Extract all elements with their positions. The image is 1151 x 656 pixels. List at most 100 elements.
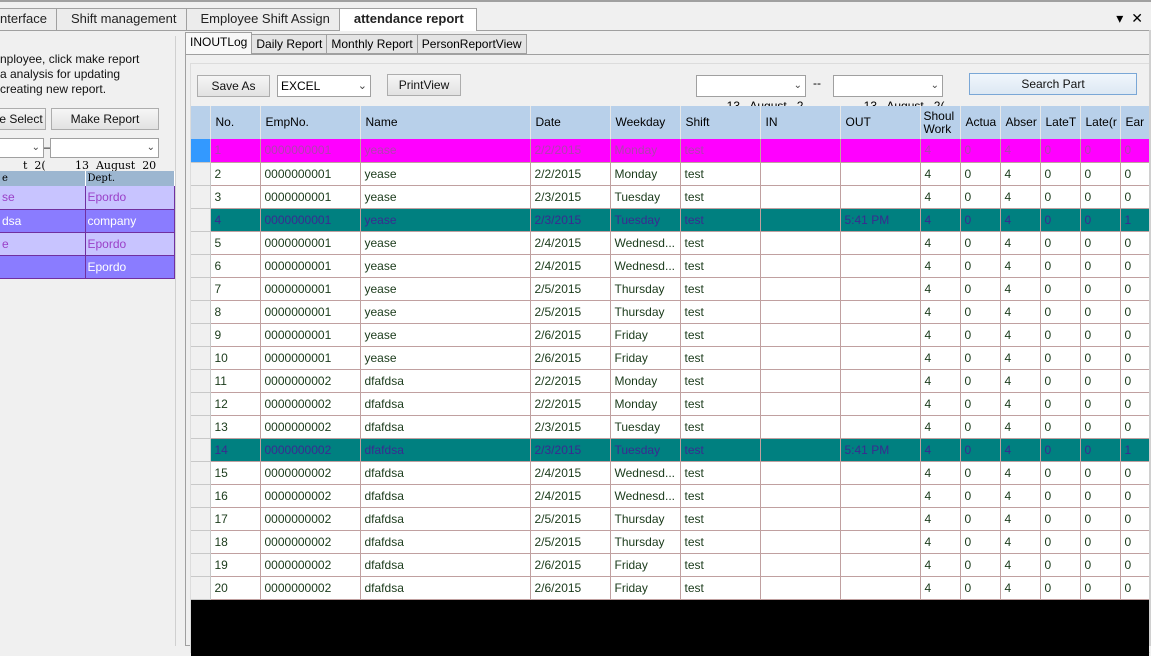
column-header-abser[interactable]: Abser <box>1000 106 1041 139</box>
table-row[interactable]: 8 0000000001 yease 2/5/2015 Thursday test 4 0 4 0… <box>191 300 1151 324</box>
export-format-select[interactable]: EXCEL ⌄ <box>277 75 371 97</box>
table-row[interactable]: 15 0000000002 dfafdsa 2/4/2015 Wednesd... tes… <box>191 461 1151 485</box>
cell-out <box>840 530 921 554</box>
department-row[interactable]: Epordo <box>0 255 175 279</box>
row-selector[interactable] <box>191 162 211 186</box>
department-row[interactable]: dsa company <box>0 209 175 233</box>
cell-no: 5 <box>210 231 261 255</box>
column-header-out[interactable]: OUT <box>840 106 921 139</box>
row-selector[interactable] <box>191 346 211 370</box>
top-tab-shift-management[interactable]: Shift management <box>55 8 190 30</box>
left-date-from-select[interactable]: t 2( ⌄ <box>0 138 46 172</box>
row-selector[interactable] <box>191 438 211 462</box>
cell-ear: 1 <box>1120 208 1151 232</box>
table-row[interactable]: 1 0000000001 yease 2/2/2015 Monday test 4 0 4 0 0 0 <box>191 139 1151 163</box>
table-row[interactable]: 17 0000000002 dfafdsa 2/5/2015 Thursday test 4… <box>191 507 1151 531</box>
row-selector[interactable] <box>191 300 211 324</box>
date-from-select[interactable]: 13 August 2 ⌄ <box>696 75 806 113</box>
cell-late-r: 0 <box>1080 162 1121 186</box>
table-row[interactable]: 4 0000000001 yease 2/3/2015 Tuesday test 5:41 … <box>191 208 1151 232</box>
column-header-in[interactable]: IN <box>760 106 841 139</box>
table-row[interactable]: 10 0000000001 yease 2/6/2015 Friday test 4 0 4 0 0… <box>191 346 1151 370</box>
cell-actua: 0 <box>960 461 1001 485</box>
column-header-shift[interactable]: Shift <box>680 106 761 139</box>
column-header-latet[interactable]: LateT <box>1040 106 1081 139</box>
row-selector[interactable] <box>191 415 211 439</box>
cell-actua: 0 <box>960 231 1001 255</box>
make-report-button[interactable]: Make Report <box>51 108 159 130</box>
department-row[interactable]: e Epordo <box>0 232 175 256</box>
top-tab-employee-shift-assign[interactable]: Employee Shift Assign <box>185 8 343 30</box>
row-selector[interactable] <box>191 277 211 301</box>
cell-name: dfafdsa <box>360 415 531 439</box>
row-selector[interactable] <box>191 553 211 577</box>
cell-empno: 0000000002 <box>260 369 361 393</box>
row-selector[interactable] <box>191 461 211 485</box>
top-tab-nterface[interactable]: nterface <box>0 8 60 30</box>
table-row[interactable]: 19 0000000002 dfafdsa 2/6/2015 Friday test 4 0 4… <box>191 553 1151 577</box>
table-row[interactable]: 9 0000000001 yease 2/6/2015 Friday test 4 0 4 0 0 0 <box>191 323 1151 347</box>
close-tab-icon[interactable]: ✕ <box>1131 10 1143 27</box>
row-selector[interactable] <box>191 484 211 508</box>
cell-ear: 0 <box>1120 369 1151 393</box>
row-selector[interactable] <box>191 530 211 554</box>
table-row[interactable]: 12 0000000002 dfafdsa 2/2/2015 Monday test 4 0 4… <box>191 392 1151 416</box>
table-row[interactable]: 5 0000000001 yease 2/4/2015 Wednesd... test 4 0… <box>191 231 1151 255</box>
cell-out <box>840 415 921 439</box>
row-selector[interactable] <box>191 507 211 531</box>
table-row[interactable]: 2 0000000001 yease 2/2/2015 Monday test 4 0 4 0 0 0 <box>191 162 1151 186</box>
table-row[interactable]: 7 0000000001 yease 2/5/2015 Thursday test 4 0 4 0… <box>191 277 1151 301</box>
column-header-date[interactable]: Date <box>530 106 611 139</box>
row-selector[interactable] <box>191 392 211 416</box>
table-row[interactable]: 18 0000000002 dfafdsa 2/5/2015 Thursday test 4… <box>191 530 1151 554</box>
row-selector[interactable] <box>191 254 211 278</box>
column-header-empno[interactable]: EmpNo. <box>260 106 361 139</box>
cell-in <box>760 277 841 301</box>
row-selector[interactable] <box>191 208 211 232</box>
tab-list-dropdown-icon[interactable]: ▾ <box>1116 10 1123 27</box>
table-row[interactable]: 20 0000000002 dfafdsa 2/6/2015 Friday test 4 0 4… <box>191 576 1151 600</box>
cell-abser: 4 <box>1000 254 1041 278</box>
row-selector[interactable] <box>191 576 211 600</box>
cell-late-r: 0 <box>1080 369 1121 393</box>
tab-monthly-report[interactable]: Monthly Report <box>326 34 418 54</box>
row-selector[interactable] <box>191 231 211 255</box>
column-header-actua[interactable]: Actua <box>960 106 1001 139</box>
cell-empno: 0000000001 <box>260 231 361 255</box>
tab-inoutlog[interactable]: INOUTLog <box>185 32 253 54</box>
top-tab-attendance-report[interactable]: attendance report <box>338 8 477 31</box>
tab-personreportview[interactable]: PersonReportView <box>416 34 527 54</box>
table-row[interactable]: 14 0000000002 dfafdsa 2/3/2015 Tuesday test 5:… <box>191 438 1151 462</box>
table-row[interactable]: 6 0000000001 yease 2/4/2015 Wednesd... test 4 0… <box>191 254 1151 278</box>
column-header-name[interactable]: e <box>0 171 86 186</box>
table-row[interactable]: 16 0000000002 dfafdsa 2/4/2015 Wednesd... tes… <box>191 484 1151 508</box>
column-header-late-r[interactable]: Late(r <box>1080 106 1121 139</box>
tab-daily-report[interactable]: Daily Report <box>251 34 328 54</box>
date-to-select[interactable]: 13 August 2( ⌄ <box>833 75 944 113</box>
department-row[interactable]: se Epordo <box>0 186 175 210</box>
cell-in <box>760 323 841 347</box>
left-date-to-select[interactable]: 13 August 20 ⌄ <box>50 138 159 172</box>
print-view-button[interactable]: PrintView <box>387 74 461 96</box>
row-selector[interactable] <box>191 139 211 163</box>
column-header-name[interactable]: Name <box>360 106 531 139</box>
column-header-weekday[interactable]: Weekday <box>610 106 681 139</box>
column-header-shoul-work[interactable]: Shoul Work <box>920 106 961 139</box>
column-header-no[interactable]: No. <box>210 106 261 139</box>
cell-date: 2/4/2015 <box>530 484 611 508</box>
save-as-button[interactable]: Save As <box>197 75 270 97</box>
table-row[interactable]: 13 0000000002 dfafdsa 2/3/2015 Tuesday test 4 0… <box>191 415 1151 439</box>
cell-name: dfafdsa <box>360 369 531 393</box>
row-selector[interactable] <box>191 323 211 347</box>
row-selector[interactable] <box>191 369 211 393</box>
cell-in <box>760 530 841 554</box>
search-part-button[interactable]: Search Part <box>969 73 1137 95</box>
cell-in <box>760 576 841 600</box>
department-cell-name <box>0 255 86 279</box>
column-header-dept[interactable]: Dept. <box>85 171 175 186</box>
select-button[interactable]: e Select <box>0 108 46 130</box>
table-row[interactable]: 11 0000000002 dfafdsa 2/2/2015 Monday test 4 0 4… <box>191 369 1151 393</box>
row-selector[interactable] <box>191 185 211 209</box>
column-header-ear[interactable]: Ear <box>1120 106 1151 139</box>
table-row[interactable]: 3 0000000001 yease 2/3/2015 Tuesday test 4 0 4 0 0… <box>191 185 1151 209</box>
